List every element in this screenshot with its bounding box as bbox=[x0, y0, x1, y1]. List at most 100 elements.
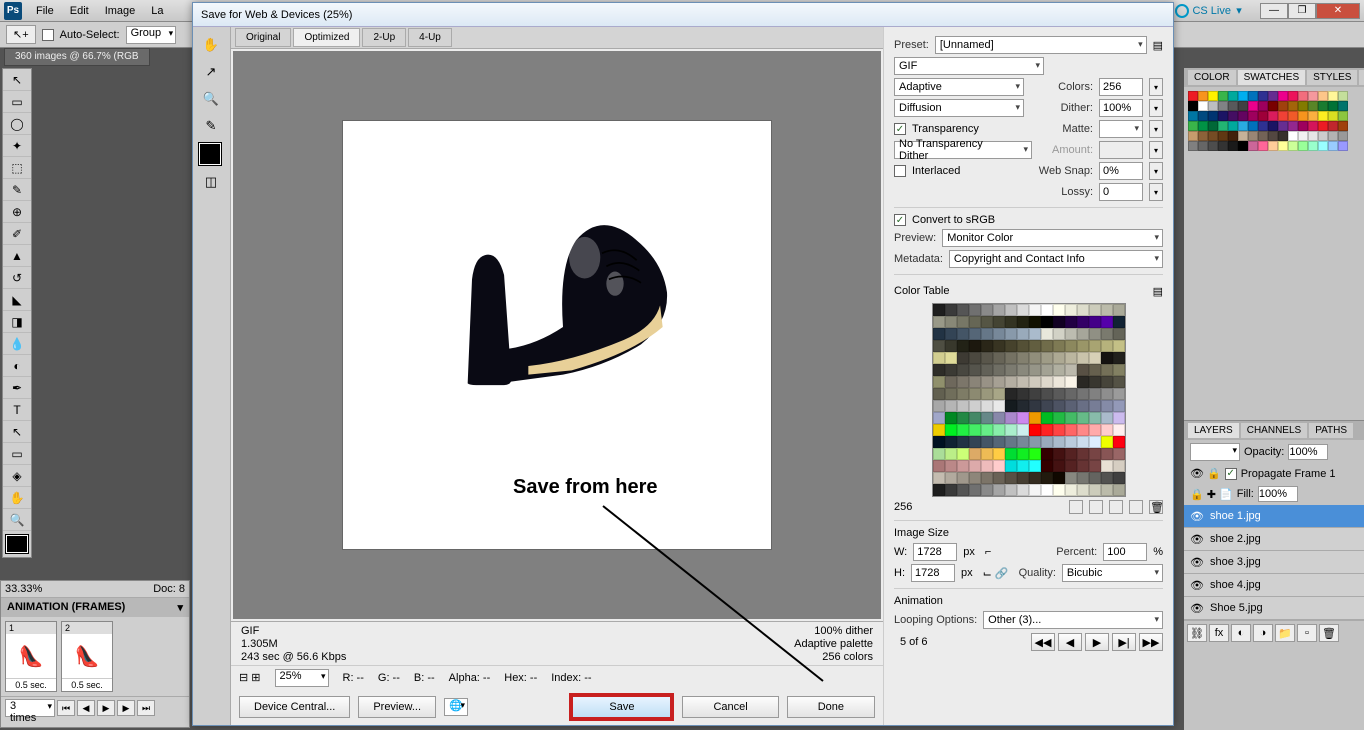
menu-file[interactable]: File bbox=[28, 2, 62, 20]
propagate-checkbox[interactable] bbox=[1225, 468, 1237, 480]
layer-row[interactable]: 👁Shoe 5.jpg bbox=[1184, 597, 1364, 620]
matte-dropdown[interactable] bbox=[1099, 120, 1143, 138]
anim-prev[interactable]: ◀ bbox=[77, 700, 95, 716]
zoom-tool[interactable]: 🔍 bbox=[197, 86, 225, 112]
tool-shape[interactable]: ▭ bbox=[3, 443, 31, 465]
nav-prev[interactable]: ◀ bbox=[1058, 633, 1082, 651]
fg-color[interactable] bbox=[199, 143, 221, 165]
device-central-button[interactable]: Device Central... bbox=[239, 696, 350, 718]
layer-row[interactable]: 👁shoe 1.jpg bbox=[1184, 505, 1364, 528]
tab-optimized[interactable]: Optimized bbox=[293, 28, 360, 47]
visibility-icon[interactable]: 👁 bbox=[1190, 601, 1204, 615]
anim-play[interactable]: ▶ bbox=[97, 700, 115, 716]
ct-btn-3[interactable] bbox=[1109, 500, 1123, 514]
trans-dither-dropdown[interactable]: No Transparency Dither bbox=[894, 141, 1032, 159]
preview-dropdown[interactable]: Monitor Color bbox=[942, 229, 1163, 247]
fx-button[interactable]: fx bbox=[1209, 624, 1229, 642]
color-table-grid[interactable] bbox=[932, 303, 1126, 497]
visibility-icon[interactable]: 👁 bbox=[1190, 555, 1204, 569]
tool-blur[interactable]: 💧 bbox=[3, 333, 31, 355]
cancel-button[interactable]: Cancel bbox=[682, 696, 778, 718]
tool-history[interactable]: ↺ bbox=[3, 267, 31, 289]
color-table-menu-icon[interactable]: ▤ bbox=[1153, 285, 1163, 298]
colors-spin[interactable]: ▾ bbox=[1149, 78, 1163, 96]
tab-layers[interactable]: LAYERS bbox=[1188, 423, 1239, 438]
tool-dodge[interactable]: ◐ bbox=[3, 355, 31, 377]
foreground-color[interactable] bbox=[6, 535, 28, 553]
tab-2up[interactable]: 2-Up bbox=[362, 28, 406, 47]
loop-dropdown[interactable]: 3 times bbox=[5, 699, 55, 717]
tool-eyedrop[interactable]: ✎ bbox=[3, 179, 31, 201]
tool-pen[interactable]: ✒ bbox=[3, 377, 31, 399]
slice-tool[interactable]: ↗ bbox=[197, 59, 225, 85]
dither-method-dropdown[interactable]: Diffusion bbox=[894, 99, 1024, 117]
zoom-select[interactable]: 25% bbox=[275, 669, 329, 687]
anim-next[interactable]: ▶ bbox=[117, 700, 135, 716]
visibility-icon[interactable]: 👁 bbox=[1190, 509, 1204, 523]
visibility-icon[interactable]: 👁 bbox=[1190, 578, 1204, 592]
tab-color[interactable]: COLOR bbox=[1188, 70, 1236, 85]
blend-mode[interactable] bbox=[1190, 443, 1240, 461]
matte-spin[interactable]: ▾ bbox=[1149, 120, 1163, 138]
tool-heal[interactable]: ⊕ bbox=[3, 201, 31, 223]
nav-play[interactable]: ▶ bbox=[1085, 633, 1109, 651]
maximize-button[interactable]: ❐ bbox=[1288, 3, 1316, 19]
folder-button[interactable]: 📁 bbox=[1275, 624, 1295, 642]
tab-info[interactable]: INFO bbox=[1359, 70, 1364, 85]
tab-original[interactable]: Original bbox=[235, 28, 291, 47]
trash-button[interactable]: 🗑 bbox=[1319, 624, 1339, 642]
done-button[interactable]: Done bbox=[787, 696, 875, 718]
ct-btn-5[interactable]: 🗑 bbox=[1149, 500, 1163, 514]
colors-input[interactable] bbox=[1099, 78, 1143, 96]
tool-marquee[interactable]: ▭ bbox=[3, 91, 31, 113]
tool-path[interactable]: ↖ bbox=[3, 421, 31, 443]
tool-stamp[interactable]: ▲ bbox=[3, 245, 31, 267]
menu-layer[interactable]: La bbox=[143, 2, 171, 20]
srgb-checkbox[interactable] bbox=[894, 214, 906, 226]
preview-button[interactable]: Preview... bbox=[358, 696, 436, 718]
slice-visibility[interactable]: ◫ bbox=[197, 169, 225, 195]
dither-input[interactable] bbox=[1099, 99, 1143, 117]
layer-row[interactable]: 👁shoe 4.jpg bbox=[1184, 574, 1364, 597]
width-input[interactable] bbox=[913, 543, 957, 561]
websnap-spin[interactable]: ▾ bbox=[1149, 162, 1163, 180]
preset-menu-icon[interactable]: ▤ bbox=[1153, 39, 1163, 52]
tab-styles[interactable]: STYLES bbox=[1307, 70, 1357, 85]
tab-channels[interactable]: CHANNELS bbox=[1241, 423, 1307, 438]
dither-spin[interactable]: ▾ bbox=[1149, 99, 1163, 117]
lossy-spin[interactable]: ▾ bbox=[1149, 183, 1163, 201]
menu-image[interactable]: Image bbox=[97, 2, 144, 20]
tool-text[interactable]: T bbox=[3, 399, 31, 421]
mask-button[interactable]: ◐ bbox=[1231, 624, 1251, 642]
height-input[interactable] bbox=[911, 564, 955, 582]
tool-hand[interactable]: ✋ bbox=[3, 487, 31, 509]
document-tab[interactable]: 360 images @ 66.7% (RGB bbox=[4, 48, 150, 66]
tab-swatches[interactable]: SWATCHES bbox=[1238, 70, 1306, 85]
tool-eraser[interactable]: ◣ bbox=[3, 289, 31, 311]
close-button[interactable]: ✕ bbox=[1316, 3, 1360, 19]
tab-paths[interactable]: PATHS bbox=[1309, 423, 1353, 438]
nav-last[interactable]: ▶▶ bbox=[1139, 633, 1163, 651]
quality-dropdown[interactable]: Bicubic bbox=[1062, 564, 1163, 582]
tool-gradient[interactable]: ◨ bbox=[3, 311, 31, 333]
minimize-button[interactable]: — bbox=[1260, 3, 1288, 19]
tool-wand[interactable]: ✦ bbox=[3, 135, 31, 157]
looping-dropdown[interactable]: Other (3)... bbox=[983, 611, 1163, 629]
ct-btn-4[interactable] bbox=[1129, 500, 1143, 514]
opacity-input[interactable] bbox=[1288, 444, 1328, 460]
transparency-checkbox[interactable] bbox=[894, 123, 906, 135]
visibility-icon[interactable]: 👁 bbox=[1190, 532, 1204, 546]
link-layers-button[interactable]: ⛓ bbox=[1187, 624, 1207, 642]
adjust-button[interactable]: ◑ bbox=[1253, 624, 1273, 642]
canvas-area[interactable]: Save from here bbox=[233, 51, 881, 619]
tool-lasso[interactable]: ◯ bbox=[3, 113, 31, 135]
menu-edit[interactable]: Edit bbox=[62, 2, 97, 20]
lossy-input[interactable] bbox=[1099, 183, 1143, 201]
format-dropdown[interactable]: GIF bbox=[894, 57, 1044, 75]
auto-select-dropdown[interactable]: Group bbox=[126, 26, 177, 44]
cslive[interactable]: CS Live▾ bbox=[1169, 4, 1250, 18]
save-button[interactable]: Save bbox=[569, 693, 674, 721]
tool-brush[interactable]: ✐ bbox=[3, 223, 31, 245]
auto-select-checkbox[interactable] bbox=[42, 29, 54, 41]
layer-row[interactable]: 👁shoe 3.jpg bbox=[1184, 551, 1364, 574]
